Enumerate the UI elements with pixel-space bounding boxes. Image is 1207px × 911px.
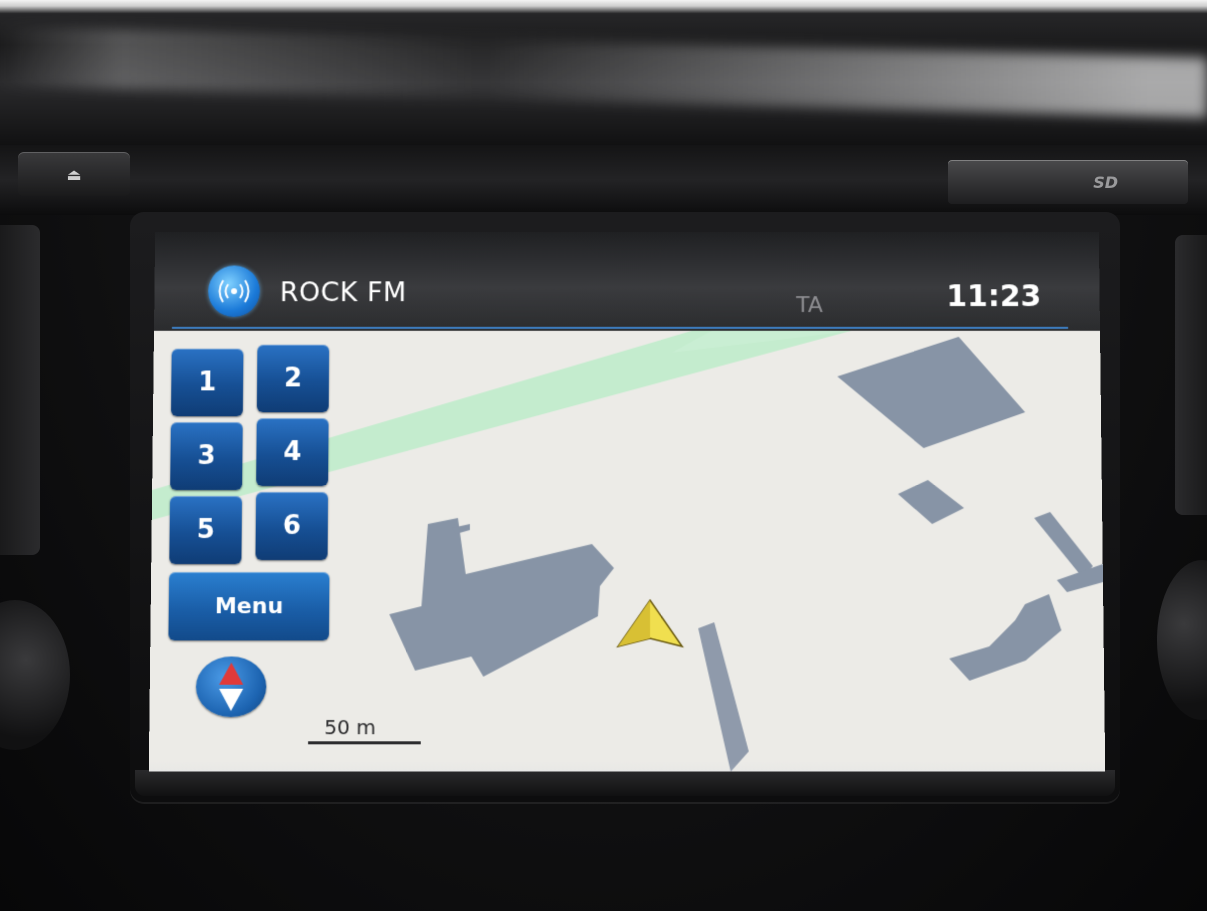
building — [1034, 511, 1093, 579]
sd-card-slot[interactable]: SD — [948, 160, 1188, 204]
preset-1-button[interactable]: 1 — [170, 348, 244, 417]
map-scale-bar — [308, 741, 421, 745]
sd-slot-label: SD — [1093, 172, 1118, 192]
navigation-map[interactable]: 1 2 3 4 5 6 Menu 50 m — [148, 330, 1106, 772]
preset-4-button[interactable]: 4 — [256, 418, 329, 487]
traffic-announcement-indicator[interactable]: TA — [796, 293, 823, 318]
north-arrow-icon[interactable] — [195, 656, 267, 718]
station-name: ROCK FM — [279, 277, 407, 309]
touchscreen[interactable]: ROCK FM TA 11:23 1 2 3 4 5 6 Menu 50 m — [148, 231, 1106, 772]
preset-2-button[interactable]: 2 — [256, 344, 330, 413]
header-divider — [171, 326, 1069, 329]
road — [698, 622, 749, 772]
tune-knob[interactable] — [1157, 560, 1207, 720]
vehicle-position-arrow-icon — [618, 600, 682, 646]
eject-icon: ⏏ — [66, 164, 82, 184]
volume-knob[interactable] — [0, 600, 70, 750]
preset-5-button[interactable]: 5 — [169, 496, 243, 565]
preset-6-button[interactable]: 6 — [255, 492, 329, 561]
radio-broadcast-icon[interactable] — [207, 265, 261, 317]
menu-button[interactable]: Menu — [168, 572, 330, 641]
building — [898, 480, 964, 524]
building — [837, 336, 1026, 449]
clock: 11:23 — [946, 279, 1042, 314]
map-scale-label: 50 m — [324, 715, 376, 740]
building — [948, 594, 1062, 681]
left-side-buttons[interactable] — [0, 225, 40, 555]
building — [388, 517, 614, 677]
preset-3-button[interactable]: 3 — [170, 422, 243, 491]
right-side-buttons[interactable] — [1175, 235, 1207, 515]
infotainment-unit-photo: ⏏ SD ROCK FM TA 11:23 1 2 3 4 5 6 Menu 5… — [0, 0, 1207, 911]
bezel-lip — [135, 770, 1115, 796]
eject-button[interactable]: ⏏ — [18, 152, 130, 196]
